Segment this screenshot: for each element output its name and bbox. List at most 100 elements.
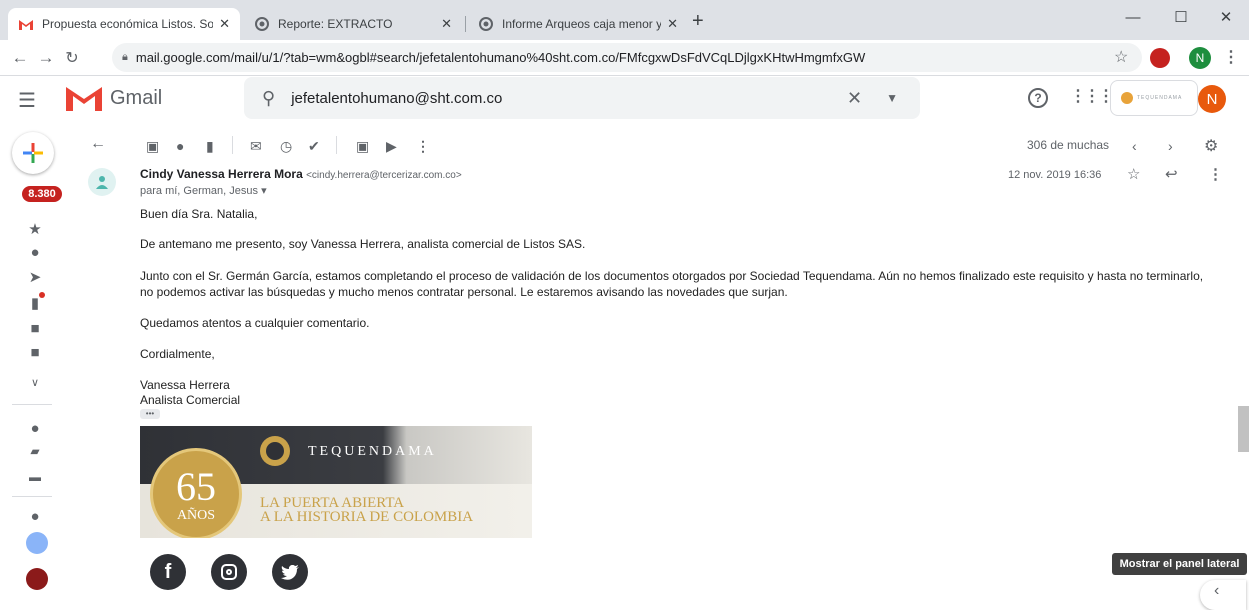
gmail-logo-icon[interactable] xyxy=(66,85,102,116)
meet-video-icon[interactable]: ▰ xyxy=(24,444,46,458)
gmail-brand: Gmail xyxy=(110,87,163,109)
search-bar[interactable]: ⚲ jefetalentohumano@sht.com.co ✕ ▼ xyxy=(244,77,920,119)
message-more-icon[interactable]: ⋮ xyxy=(1208,165,1223,183)
rail-divider xyxy=(12,496,52,497)
banner-tagline-1: LA PUERTA ABIERTA xyxy=(260,495,405,511)
reload-icon[interactable]: ↻ xyxy=(62,48,82,68)
forward-icon[interactable]: → xyxy=(36,48,56,68)
recipients-line[interactable]: para mí, German, Jesus ▾ xyxy=(140,184,267,197)
search-icon[interactable]: ⚲ xyxy=(262,88,275,109)
anniversary-number: 65 xyxy=(176,464,216,509)
clear-search-icon[interactable]: ✕ xyxy=(847,88,862,109)
browser-profile-avatar[interactable]: N xyxy=(1189,47,1211,69)
paragraph-closing: Quedamos atentos a cualquier comentario. xyxy=(140,316,370,330)
delete-icon[interactable]: ▮ xyxy=(206,138,214,155)
browser-tab[interactable]: Reporte: EXTRACTO ✕ xyxy=(244,8,462,40)
help-icon[interactable]: ? xyxy=(1028,88,1048,108)
account-logo-text: TEQUENDAMA xyxy=(1137,95,1183,101)
show-side-panel-button[interactable]: ‹ xyxy=(1200,580,1246,610)
star-message-icon[interactable]: ☆ xyxy=(1127,165,1140,183)
close-tab-icon[interactable]: ✕ xyxy=(219,16,230,32)
close-tab-icon[interactable]: ✕ xyxy=(441,16,452,32)
move-to-icon[interactable]: ▣ xyxy=(356,138,369,155)
snoozed-icon[interactable]: ● xyxy=(24,244,46,261)
back-to-list-icon[interactable]: ← xyxy=(90,135,106,153)
more-icon[interactable]: ∨ xyxy=(24,376,46,389)
new-tab-icon[interactable]: + xyxy=(692,10,704,33)
newer-icon[interactable]: ‹ xyxy=(1132,138,1137,154)
older-icon[interactable]: › xyxy=(1168,138,1173,154)
show-trimmed-button[interactable]: ••• xyxy=(140,409,160,419)
scrollbar-thumb[interactable] xyxy=(1238,406,1249,452)
banner-tagline-2: A LA HISTORIA DE COLOMBIA xyxy=(260,509,474,525)
sender-name[interactable]: Cindy Vanessa Herrera Mora xyxy=(140,167,303,181)
drafts-icon[interactable]: ▮ xyxy=(24,292,46,312)
minimize-icon[interactable]: — xyxy=(1110,0,1156,34)
browser-tab[interactable]: Propuesta económica Listos. Soci ✕ xyxy=(8,8,240,40)
chrome-icon xyxy=(254,16,270,32)
snooze-icon[interactable]: ◷ xyxy=(280,138,292,155)
apps-grid-icon[interactable]: ⋮⋮⋮ xyxy=(1070,86,1114,106)
account-logo[interactable]: TEQUENDAMA xyxy=(1110,80,1198,116)
signature-banner: 65 AÑOS TEQUENDAMA LA PUERTA ABIERTA A L… xyxy=(140,426,532,538)
gmail-icon xyxy=(18,16,34,32)
toolbar-divider xyxy=(336,136,337,154)
sender-email: <cindy.herrera@tercerizar.com.co> xyxy=(306,170,462,181)
paragraph-main-1: Junto con el Sr. Germán García, estamos … xyxy=(140,269,1204,283)
close-tab-icon[interactable]: ✕ xyxy=(667,16,678,32)
contact-avatar[interactable] xyxy=(26,532,48,554)
settings-gear-icon[interactable]: ⚙ xyxy=(1204,136,1218,156)
show-details-icon[interactable]: ▾ xyxy=(261,185,267,197)
lock-icon: 🔒︎ xyxy=(122,51,128,63)
sender-line: Cindy Vanessa Herrera Mora <cindy.herrer… xyxy=(140,167,462,181)
label-icon[interactable]: ■ xyxy=(24,344,46,361)
tab-divider xyxy=(465,16,466,32)
sent-icon[interactable]: ➤ xyxy=(24,268,46,286)
hangouts-icon[interactable]: ● xyxy=(24,508,46,525)
extension-icon[interactable] xyxy=(1150,48,1170,68)
bookmark-star-icon[interactable]: ☆ xyxy=(1114,47,1128,67)
url-text: mail.google.com/mail/u/1/?tab=wm&ogbl#se… xyxy=(135,50,866,65)
instagram-icon[interactable] xyxy=(211,554,247,590)
pagination-text: 306 de muchas xyxy=(1027,138,1110,152)
account-avatar[interactable]: N xyxy=(1198,85,1226,113)
more-actions-icon[interactable]: ⋮ xyxy=(416,138,430,155)
chat-icon[interactable]: ● xyxy=(24,420,46,437)
reply-icon[interactable]: ↩ xyxy=(1165,165,1178,183)
address-bar[interactable]: 🔒︎ mail.google.com/mail/u/1/?tab=wm&ogbl… xyxy=(112,43,1142,72)
close-window-icon[interactable]: ✕ xyxy=(1203,0,1249,34)
twitter-icon[interactable] xyxy=(272,554,308,590)
gmail-header: ☰ Gmail ⚲ jefetalentohumano@sht.com.co ✕… xyxy=(0,76,1249,126)
search-input[interactable]: jefetalentohumano@sht.com.co xyxy=(291,90,847,107)
sign-off: Cordialmente, xyxy=(140,347,215,361)
tab-title: Informe Arqueos caja menor y de xyxy=(502,17,662,31)
mark-unread-icon[interactable]: ✉ xyxy=(250,138,262,155)
starred-icon[interactable]: ★ xyxy=(24,220,46,238)
paragraph-main-2: no podemos activar las búsquedas y mucho… xyxy=(140,285,788,299)
browser-tab[interactable]: Informe Arqueos caja menor y de ✕ xyxy=(468,8,688,40)
paragraph-intro: De antemano me presento, soy Vanessa Her… xyxy=(140,237,586,251)
signature-name: Vanessa Herrera xyxy=(140,378,230,392)
inbox-count-badge[interactable]: 8.380 xyxy=(22,186,62,202)
maximize-icon[interactable]: ☐ xyxy=(1158,0,1204,34)
facebook-icon[interactable]: f xyxy=(150,554,186,590)
back-icon[interactable]: ← xyxy=(10,48,30,68)
compose-button[interactable] xyxy=(12,132,54,174)
browser-toolbar: ← → ↻ 🔒︎ mail.google.com/mail/u/1/?tab=w… xyxy=(0,40,1249,76)
tequendama-emblem-icon xyxy=(260,436,290,466)
banner-brand: TEQUENDAMA xyxy=(308,444,437,459)
keyboard-icon[interactable]: ▬ xyxy=(24,470,46,484)
archive-icon[interactable]: ▣ xyxy=(146,138,159,155)
browser-menu-icon[interactable]: ⋮ xyxy=(1223,47,1239,67)
label-icon[interactable]: ■ xyxy=(24,320,46,337)
main-menu-icon[interactable]: ☰ xyxy=(18,88,36,113)
search-options-icon[interactable]: ▼ xyxy=(886,91,898,105)
tab-title: Propuesta económica Listos. Soci xyxy=(42,17,214,31)
labels-icon[interactable]: ▶ xyxy=(386,138,397,155)
contact-avatar[interactable] xyxy=(26,568,48,590)
toolbar-divider xyxy=(232,136,233,154)
report-spam-icon[interactable]: ● xyxy=(176,138,184,154)
side-panel-tooltip: Mostrar el panel lateral xyxy=(1112,553,1247,575)
add-task-icon[interactable]: ✔ xyxy=(308,138,320,155)
browser-tab-strip: Propuesta económica Listos. Soci ✕ Repor… xyxy=(0,0,1249,40)
